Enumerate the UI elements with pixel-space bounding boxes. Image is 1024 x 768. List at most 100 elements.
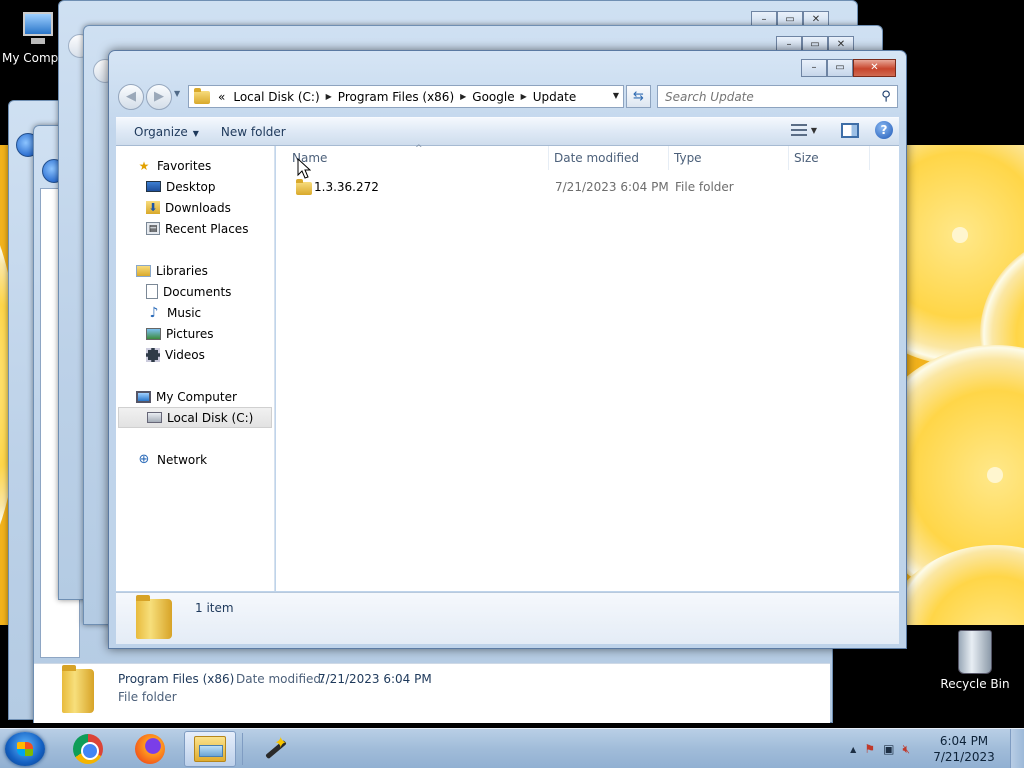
file-list[interactable]: ^ Name Date modified Type Size 1.3.36.27… xyxy=(276,144,899,591)
organize-button[interactable]: Organize ▼ xyxy=(124,125,209,139)
file-row[interactable]: 1.3.36.272 7/21/2023 6:04 PM File folder xyxy=(276,176,899,198)
system-tray: ▲ ⚑ ▣ 🔇︎ 6:04 PM 7/21/2023 xyxy=(850,729,1024,768)
column-header-date-modified[interactable]: Date modified xyxy=(550,146,669,170)
file-name: 1.3.36.272 xyxy=(314,180,379,194)
details-date-label: Date modified: xyxy=(236,672,326,686)
clock[interactable]: 6:04 PM 7/21/2023 xyxy=(918,733,1010,765)
nav-item-network[interactable]: ⊕ Network xyxy=(136,449,208,470)
desktop-icon-recycle-bin[interactable]: Recycle Bin xyxy=(940,630,1010,691)
close-button[interactable]: ✕ xyxy=(853,59,896,77)
nav-item-videos[interactable]: Videos xyxy=(146,344,205,365)
back-button[interactable]: ◀ xyxy=(118,84,144,110)
nav-item-label: Local Disk (C:) xyxy=(167,410,254,425)
breadcrumb-program-files[interactable]: Program Files (x86) xyxy=(338,90,454,104)
maximize-button[interactable]: ▭ xyxy=(827,59,853,77)
folder-icon xyxy=(62,665,94,713)
desktop-icon-label: Recycle Bin xyxy=(940,677,1010,691)
chrome-icon xyxy=(73,734,103,764)
network-status-icon[interactable]: ▣ xyxy=(883,742,894,756)
change-view-icon[interactable] xyxy=(790,124,807,136)
taskbar-chrome[interactable] xyxy=(62,731,114,767)
mouse-cursor-icon xyxy=(297,158,311,179)
column-header-size[interactable]: Size xyxy=(790,146,870,170)
explorer-icon xyxy=(194,736,226,762)
downloads-icon: ⬇ xyxy=(146,201,160,214)
breadcrumb-separator[interactable]: ▶ xyxy=(460,92,466,101)
nav-item-label: Videos xyxy=(165,347,205,362)
nav-item-favorites[interactable]: ★ Favorites xyxy=(136,155,212,176)
nav-item-music[interactable]: ♪ Music xyxy=(146,302,202,323)
column-header-name[interactable]: Name xyxy=(288,146,549,170)
nav-item-label: Pictures xyxy=(166,326,214,341)
star-icon: ★ xyxy=(138,158,150,173)
details-pane: 1 item xyxy=(116,592,899,644)
explorer-window[interactable]: – ▭ ✕ ◀ ▶ ▼ « Local Disk (C:) ▶ Program … xyxy=(108,50,907,649)
nav-item-pictures[interactable]: Pictures xyxy=(146,323,214,344)
nav-item-label: Recent Places xyxy=(165,221,249,236)
background-details-pane: Program Files (x86) Date modified: 7/21/… xyxy=(34,663,830,723)
folder-icon xyxy=(136,595,172,639)
action-center-icon[interactable]: ⚑ xyxy=(864,742,875,756)
breadcrumb-update[interactable]: Update xyxy=(533,90,576,104)
search-box[interactable]: ⚲ xyxy=(657,85,898,108)
computer-icon xyxy=(136,390,151,403)
forward-button[interactable]: ▶ xyxy=(146,84,172,110)
recent-pages-dropdown[interactable]: ▼ xyxy=(174,89,180,98)
show-hidden-icons-button[interactable]: ▲ xyxy=(850,745,856,754)
nav-item-documents[interactable]: Documents xyxy=(146,281,231,302)
network-icon: ⊕ xyxy=(138,451,150,467)
nav-item-libraries[interactable]: Libraries xyxy=(136,260,208,281)
taskbar: ▲ ⚑ ▣ 🔇︎ 6:04 PM 7/21/2023 xyxy=(0,728,1024,768)
libraries-icon xyxy=(136,264,151,277)
nav-item-label: Downloads xyxy=(165,200,231,215)
nav-item-label: Libraries xyxy=(156,263,208,278)
desktop-icon xyxy=(146,181,161,192)
breadcrumb-separator[interactable]: ▶ xyxy=(521,92,527,101)
taskbar-firefox[interactable] xyxy=(124,731,176,767)
breadcrumb-separator[interactable]: ▶ xyxy=(326,92,332,101)
address-bar[interactable]: « Local Disk (C:) ▶ Program Files (x86) … xyxy=(188,85,624,108)
details-name: Program Files (x86) xyxy=(118,672,235,686)
minimize-button[interactable]: – xyxy=(801,59,827,77)
organize-label: Organize xyxy=(134,124,188,139)
address-overflow[interactable]: « xyxy=(218,90,225,104)
nav-item-my-computer[interactable]: My Computer xyxy=(136,386,237,407)
nav-item-label: Favorites xyxy=(157,158,212,173)
volume-muted-icon[interactable]: 🔇︎ xyxy=(902,742,910,757)
chevron-down-icon: ▼ xyxy=(192,128,199,138)
view-options-dropdown[interactable]: ▼ xyxy=(811,126,817,135)
command-bar: Organize ▼ New folder ▼ ? xyxy=(116,117,899,146)
taskbar-explorer[interactable] xyxy=(184,731,236,767)
details-date-value: 7/21/2023 6:04 PM xyxy=(318,672,432,686)
help-button[interactable]: ? xyxy=(875,121,893,139)
nav-item-label: Music xyxy=(167,305,202,320)
address-dropdown[interactable]: ▼ xyxy=(613,91,619,100)
nav-item-downloads[interactable]: ⬇ Downloads xyxy=(146,197,231,218)
breadcrumb-google[interactable]: Google xyxy=(472,90,514,104)
refresh-button[interactable]: ⇆ xyxy=(626,85,651,108)
breadcrumb-local-disk[interactable]: Local Disk (C:) xyxy=(233,90,319,104)
show-desktop-button[interactable] xyxy=(1010,729,1024,768)
nav-item-desktop[interactable]: Desktop xyxy=(146,176,216,197)
start-button[interactable] xyxy=(5,732,45,766)
column-header-type[interactable]: Type xyxy=(670,146,789,170)
music-icon: ♪ xyxy=(149,304,159,321)
computer-icon xyxy=(17,10,57,48)
nav-item-label: Documents xyxy=(163,284,232,299)
taskbar-app[interactable] xyxy=(248,731,300,767)
firefox-icon xyxy=(135,734,165,764)
window-controls: – ▭ ✕ xyxy=(801,59,896,77)
details-type: File folder xyxy=(118,690,177,704)
drive-icon xyxy=(147,412,162,423)
preview-pane-button[interactable] xyxy=(841,122,859,138)
navigation-pane: ★ Favorites Desktop ⬇ Downloads ▤ Recent Pl… xyxy=(116,146,275,591)
nav-item-local-disk[interactable]: Local Disk (C:) xyxy=(118,407,272,428)
documents-icon xyxy=(146,284,158,299)
nav-item-recent-places[interactable]: ▤ Recent Places xyxy=(146,218,248,239)
search-input[interactable] xyxy=(658,86,875,107)
search-icon[interactable]: ⚲ xyxy=(875,89,897,104)
clock-date: 7/21/2023 xyxy=(933,750,995,764)
file-date-modified: 7/21/2023 6:04 PM xyxy=(555,180,669,194)
new-folder-button[interactable]: New folder xyxy=(211,125,296,139)
recent-places-icon: ▤ xyxy=(146,222,160,235)
